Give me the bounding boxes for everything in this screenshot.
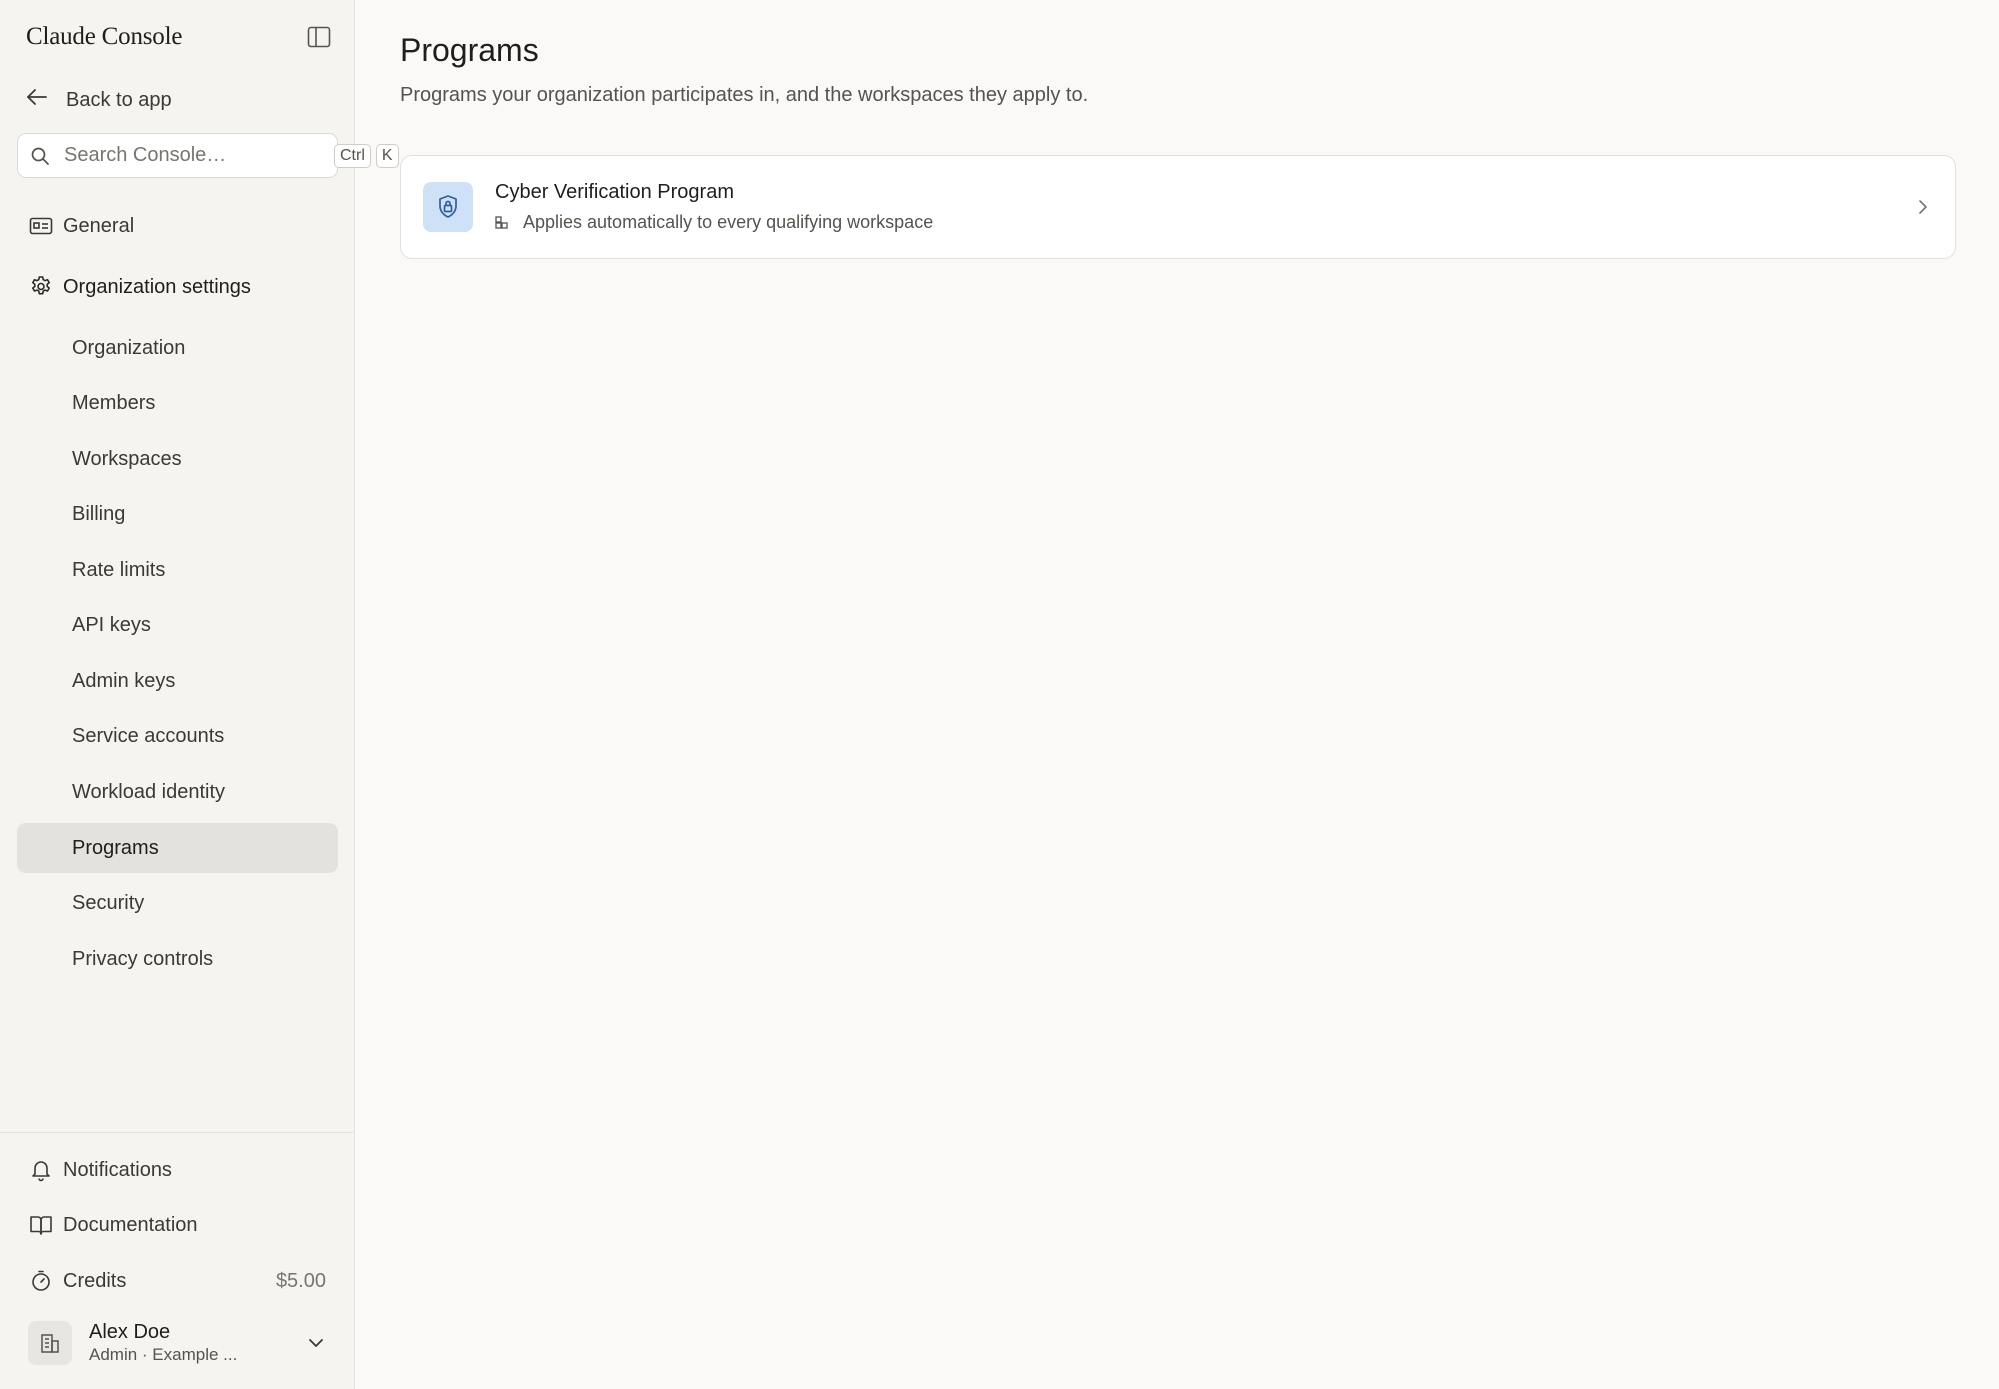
program-title: Cyber Verification Program [495, 181, 734, 203]
sidebar-header: Claude Console [26, 20, 332, 54]
sidebar-item-workload-identity[interactable]: Workload identity [17, 767, 338, 817]
program-card-text: Cyber Verification Program Applies autom… [495, 179, 1913, 235]
sidebar-item-organization-settings[interactable]: Organization settings [17, 262, 338, 312]
search-input[interactable] [64, 144, 329, 167]
page-title: Programs [400, 32, 539, 68]
sidebar-item-label: Notifications [63, 1158, 172, 1181]
account-menu[interactable]: Alex Doe Admin · Example ... [28, 1318, 328, 1368]
sidebar-item-admin-keys[interactable]: Admin keys [17, 656, 338, 706]
bell-icon [17, 1158, 63, 1182]
program-subtitle: Applies automatically to every qualifyin… [523, 212, 934, 232]
sidebar-item-privacy-controls[interactable]: Privacy controls [17, 934, 338, 984]
sidebar-item-label: Organization settings [63, 275, 251, 298]
sidebar: Claude Console Back to app Ctrl K Genera… [0, 0, 399, 1389]
sidebar-item-label: Documentation [63, 1213, 198, 1236]
sidebar-item-security[interactable]: Security [17, 878, 338, 928]
program-subtitle-row: Applies automatically to every qualifyin… [495, 209, 1913, 235]
sidebar-item-label: Credits [63, 1269, 127, 1292]
chevron-right-icon [1913, 198, 1933, 216]
sidebar-item-documentation[interactable]: Documentation [17, 1200, 338, 1250]
sidebar-item-programs[interactable]: Programs [17, 823, 338, 873]
search-box[interactable]: Ctrl K [17, 133, 399, 178]
user-role-org: Admin · Example ... [89, 1345, 238, 1364]
book-icon [17, 1214, 63, 1236]
back-to-app-link[interactable]: Back to app [26, 82, 172, 118]
sidebar-divider [0, 1132, 355, 1133]
sidebar-item-api-keys[interactable]: API keys [17, 600, 338, 650]
sidebar-item-workspaces[interactable]: Workspaces [17, 434, 338, 484]
sidebar-item-notifications[interactable]: Notifications [17, 1145, 338, 1195]
program-card[interactable]: Cyber Verification Program Applies autom… [400, 155, 1956, 259]
arrow-left-icon [26, 88, 48, 112]
gear-icon [17, 275, 63, 299]
user-info: Alex Doe Admin · Example ... [89, 1320, 304, 1366]
sidebar-item-label: General [63, 214, 135, 237]
search-icon [30, 145, 50, 167]
workspace-icon [495, 214, 511, 230]
sidebar-item-credits[interactable]: Credits $5.00 [17, 1256, 338, 1306]
shortcut-k-key: K [375, 143, 399, 168]
sidebar-item-general[interactable]: General [17, 201, 338, 251]
brand-logo: Claude Console [26, 23, 183, 50]
building-icon [41, 1334, 59, 1353]
shield-lock-icon [423, 182, 473, 232]
sidebar-item-rate-limits[interactable]: Rate limits [17, 545, 338, 595]
back-to-app-label: Back to app [66, 88, 172, 111]
chevron-down-icon[interactable] [304, 1337, 328, 1349]
sidebar-item-organization[interactable]: Organization [17, 323, 338, 373]
shortcut-ctrl-key: Ctrl [334, 143, 371, 168]
stopwatch-icon [17, 1269, 63, 1293]
id-card-icon [17, 216, 63, 236]
user-name: Alex Doe [89, 1321, 171, 1343]
sidebar-item-members[interactable]: Members [17, 378, 338, 428]
credits-balance: $5.00 [275, 1269, 326, 1292]
sidebar-item-service-accounts[interactable]: Service accounts [17, 711, 338, 761]
page-description: Programs your organization participates … [400, 84, 1089, 106]
sidebar-item-billing[interactable]: Billing [17, 489, 338, 539]
sidebar-toggle-icon[interactable] [306, 24, 332, 50]
avatar [28, 1321, 72, 1365]
